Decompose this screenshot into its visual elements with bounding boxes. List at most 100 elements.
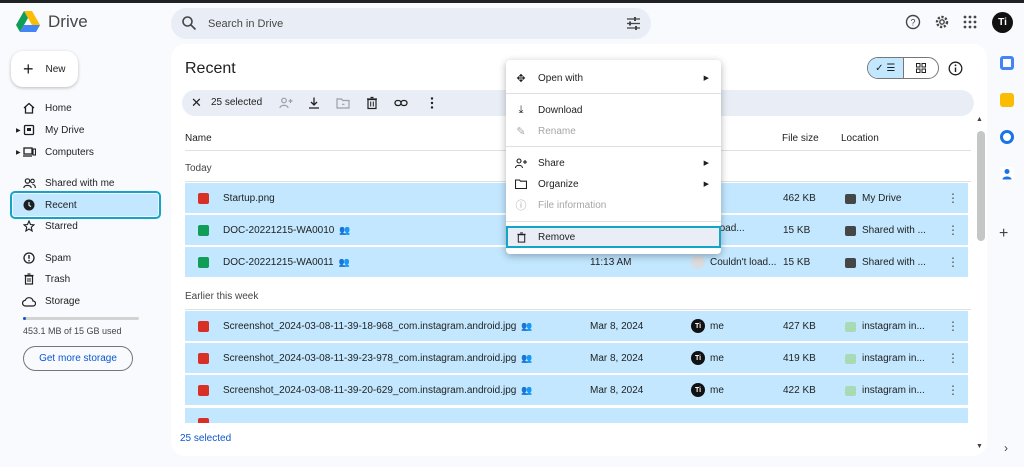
settings-gear-icon[interactable] [934,14,950,30]
sidebar-item-starred[interactable]: Starred [13,215,158,237]
owner: Ti me [691,383,724,397]
details-info-icon[interactable] [948,61,963,76]
collapse-side-panel-icon[interactable]: › [1004,441,1008,455]
search-icon[interactable] [181,15,197,31]
sidebar-item-storage[interactable]: Storage [13,290,158,312]
row-more-actions-icon[interactable]: ⋮ [947,319,959,333]
sidebar-item-trash[interactable]: Trash [13,268,158,290]
copy-link-icon[interactable] [394,96,408,110]
menu-item-label: Rename [538,125,576,137]
table-row[interactable]: Screenshot_2024-03-08-11-39-23-978_com.i… [185,343,968,374]
move-to-folder-icon[interactable] [336,96,350,110]
file-size: 15 KB [783,225,811,236]
grid-view-button[interactable] [902,58,939,78]
file-name: Screenshot_2024-03-08-11-39-23-978_com.i… [223,353,533,364]
share-person-add-icon[interactable] [279,96,293,110]
table-row[interactable]: Screenshot_2024-03-08-11-39-18-968_com.i… [185,311,968,342]
drive-logo[interactable]: Drive [16,11,88,33]
expand-arrow-icon[interactable]: ▶ [16,149,21,156]
last-modified: Mar 8, 2024 [590,353,644,364]
more-actions-icon[interactable] [425,96,439,110]
folder-green-icon [845,353,856,364]
trash-icon[interactable] [365,96,379,110]
row-more-actions-icon[interactable]: ⋮ [947,383,959,397]
expand-arrow-icon[interactable]: ▶ [16,127,21,134]
owner-name: me [710,320,724,332]
storage-usage-text: 453.1 MB of 15 GB used [23,326,122,336]
checkmark-icon: ✓ [875,62,884,74]
column-header-name[interactable]: Name [185,133,212,144]
list-view-button[interactable]: ✓ ☰ [868,58,903,78]
column-header-file-size[interactable]: File size [782,133,819,144]
column-header-location[interactable]: Location [841,133,879,144]
search-input[interactable] [208,14,608,33]
file-location: instagram in... [845,385,925,396]
owner-name: me [710,352,724,364]
menu-item-share[interactable]: Share ▶ [506,152,721,174]
location-text: Shared with ... [862,225,926,236]
row-more-actions-icon[interactable]: ⋮ [947,223,959,237]
shared-icon [845,257,856,268]
menu-item-label: File information [538,199,607,211]
file-name-text: Screenshot_2024-03-08-11-39-20-629_com.i… [223,385,517,396]
sidebar-item-label: My Drive [45,124,85,136]
trash-icon [514,231,528,243]
sidebar-item-label: Spam [45,252,72,264]
filter-options-icon[interactable] [626,16,641,31]
file-name: Screenshot_2024-03-08-11-39-20-629_com.i… [223,385,533,396]
sidebar-item-home[interactable]: Home [13,97,158,119]
account-avatar[interactable]: Ti [992,12,1013,33]
search-bar[interactable] [171,8,651,39]
owner: Couldn't load... [691,255,776,269]
keep-icon[interactable] [1000,93,1014,107]
new-button[interactable]: + New [11,51,78,87]
row-more-actions-icon[interactable]: ⋮ [947,191,959,205]
apps-grid-icon[interactable] [962,14,978,30]
calendar-icon[interactable] [1000,56,1014,70]
sidebar-item-spam[interactable]: Spam [13,247,158,269]
add-addon-icon[interactable]: + [999,225,1008,243]
file-name: DOC-20221215-WA0010 👥 [223,225,351,236]
owner: Ti me [691,351,724,365]
computers-icon [22,145,36,159]
menu-item-open-with[interactable]: ✥ Open with ▶ [506,67,721,89]
menu-divider [506,146,721,147]
row-more-actions-icon[interactable]: ⋮ [947,351,959,365]
menu-item-label: Share [538,157,565,169]
sidebar-item-recent[interactable]: Recent [10,191,161,219]
last-modified: Mar 8, 2024 [590,385,644,396]
download-icon[interactable] [307,96,321,110]
sidebar-item-label: Trash [45,273,71,285]
table-row[interactable]: Screenshot_2024-03-08-11-39-20-629_com.i… [185,375,968,406]
submenu-arrow-icon: ▶ [703,160,709,167]
table-row-partial[interactable] [185,408,968,424]
help-icon[interactable]: ? [905,14,921,30]
get-more-storage-button[interactable]: Get more storage [23,346,133,371]
menu-divider [506,93,721,94]
tasks-icon[interactable] [1000,130,1014,144]
sidebar-item-my-drive[interactable]: ▶ My Drive [13,119,158,141]
my-drive-icon [845,193,856,204]
owner-name: Couldn't load... [710,256,777,268]
menu-item-download[interactable]: ⤓ Download [506,99,721,121]
rename-icon: ✎ [516,125,526,138]
trash-icon [22,272,36,286]
file-location: Shared with ... [845,225,926,236]
scroll-down-arrow-icon[interactable]: ▼ [976,443,983,450]
scroll-up-arrow-icon[interactable]: ▲ [976,116,983,123]
last-modified: Mar 8, 2024 [590,321,644,332]
clear-selection-icon[interactable]: ✕ [191,96,202,110]
submenu-arrow-icon: ▶ [703,75,709,82]
owner-avatar: Ti [691,319,705,333]
menu-item-remove[interactable]: Remove [506,226,721,248]
vertical-scrollbar-thumb[interactable] [977,131,985,241]
sidebar-item-label: Recent [45,199,77,211]
row-more-actions-icon[interactable]: ⋮ [947,255,959,269]
view-toggle[interactable]: ✓ ☰ [867,57,939,79]
menu-item-organize[interactable]: Organize ▶ [506,173,721,195]
sidebar-item-shared-with-me[interactable]: Shared with me [13,172,158,194]
sidebar-item-computers[interactable]: ▶ Computers [13,141,158,163]
contacts-icon[interactable] [1000,167,1014,181]
shared-people-icon: 👥 [521,321,533,331]
context-menu: ✥ Open with ▶ ⤓ Download ✎ Rename Share … [506,60,721,254]
